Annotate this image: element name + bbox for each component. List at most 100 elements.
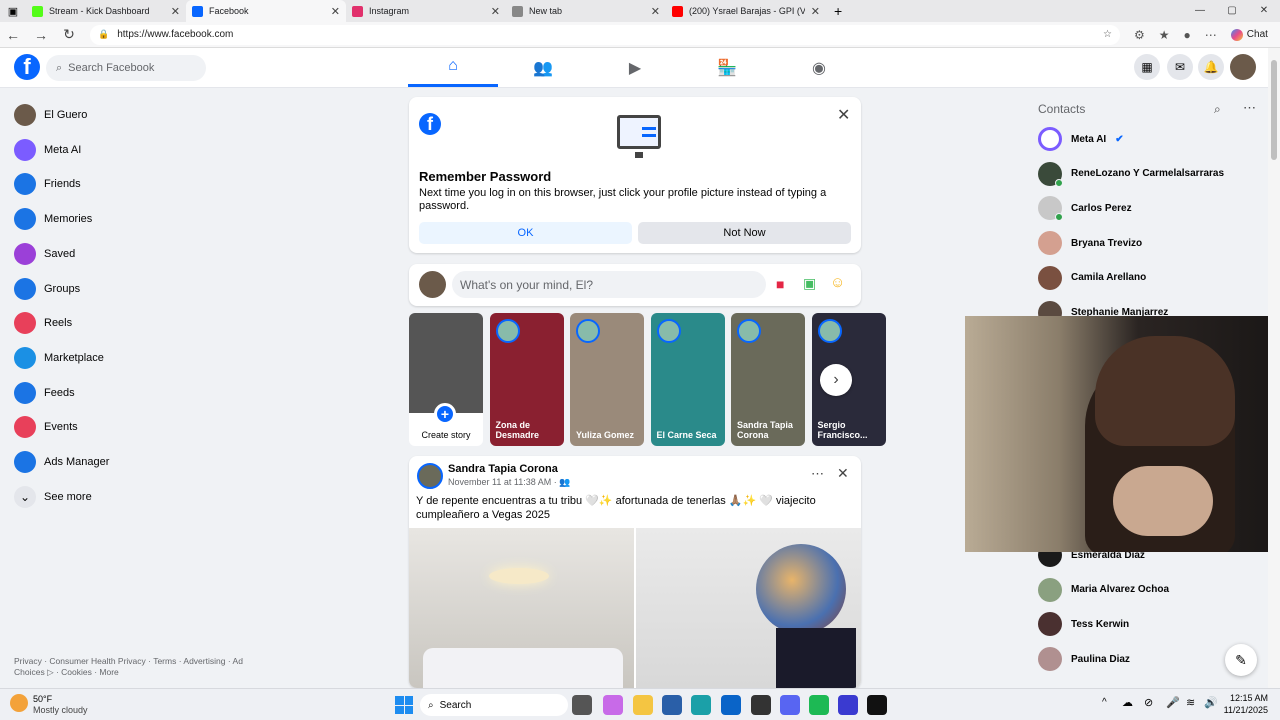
new-message-button[interactable]: ✎ [1225, 644, 1257, 676]
back-button[interactable]: ← [6, 27, 20, 43]
system-tray-icon[interactable]: ☁ [1122, 696, 1133, 709]
clock-date[interactable]: 11/21/2025 [1222, 705, 1268, 715]
photo-video-icon[interactable]: ▣ [803, 275, 816, 292]
notifications-button[interactable]: 🔔 [1198, 54, 1224, 80]
sidebar-item-see-more[interactable]: ⌄ See more [14, 480, 244, 514]
task-view-icon[interactable] [572, 695, 592, 715]
taskbar-search[interactable]: ⌕ Search [420, 694, 568, 716]
story-card[interactable]: El Carne Seca [650, 313, 725, 446]
file-explorer-icon[interactable] [633, 695, 653, 715]
minimize-button[interactable]: — [1184, 0, 1216, 22]
sidebar-item-reels[interactable]: Reels [14, 306, 244, 340]
close-window-button[interactable]: ✕ [1248, 0, 1280, 22]
search-input[interactable]: ⌕ Search Facebook [46, 55, 206, 81]
contact-item[interactable]: Tess Kerwin [1038, 607, 1258, 641]
copilot-icon[interactable] [603, 695, 623, 715]
messenger-button[interactable]: ✉ [1167, 54, 1193, 80]
account-avatar[interactable] [1230, 54, 1256, 80]
browser-tab[interactable]: (200) Ysrael Barajas - GPI (Vi ✕ [666, 0, 826, 22]
live-video-icon[interactable]: ■ [776, 276, 784, 292]
tab-friends[interactable]: 👥 [498, 48, 588, 87]
discord-icon[interactable] [780, 695, 800, 715]
tab-marketplace[interactable]: 🏪 [682, 48, 772, 87]
post-options-icon[interactable]: ⋯ [811, 466, 824, 482]
sidebar-item-memories[interactable]: Memories [14, 202, 244, 236]
post-author[interactable]: Sandra Tapia Corona [448, 463, 558, 475]
forward-button[interactable]: → [34, 27, 48, 43]
close-tab-icon[interactable]: ✕ [171, 5, 180, 18]
tab-home[interactable]: ⌂ [408, 48, 498, 87]
browser-tab[interactable]: Stream - Kick Dashboard ✕ [26, 0, 186, 22]
feeling-icon[interactable]: ☺ [830, 274, 845, 291]
close-tab-icon[interactable]: ✕ [651, 5, 660, 18]
sidebar-item-friends[interactable]: Friends [14, 167, 244, 201]
favorite-icon[interactable]: ☆ [1103, 29, 1112, 40]
story-card[interactable]: Sandra Tapia Corona [731, 313, 805, 446]
tab-actions-icon[interactable]: ▣ [0, 5, 26, 18]
edge-icon[interactable] [691, 695, 711, 715]
reload-button[interactable]: ↻ [62, 26, 76, 43]
whats-on-your-mind-input[interactable]: What's on your mind, El? [452, 271, 766, 298]
menu-button[interactable]: ▦ [1134, 54, 1160, 80]
close-tab-icon[interactable]: ✕ [491, 5, 500, 18]
story-card[interactable]: Zona de Desmadre [489, 313, 564, 446]
close-tab-icon[interactable]: ✕ [331, 5, 340, 18]
browser-tab[interactable]: Instagram ✕ [346, 0, 506, 22]
clock-time[interactable]: 12:15 AM [1228, 693, 1268, 703]
stories-next-button[interactable]: › [820, 364, 852, 396]
store-icon[interactable] [662, 695, 682, 715]
weather-icon[interactable] [10, 694, 28, 712]
tray-app-icon[interactable]: ⊘ [1144, 696, 1153, 709]
sidebar-item-marketplace[interactable]: Marketplace [14, 341, 244, 375]
sidebar-item-ads-manager[interactable]: Ads Manager [14, 445, 244, 479]
contact-item[interactable]: Maria Alvarez Ochoa [1038, 573, 1258, 607]
post-date[interactable]: November 11 at 11:38 AM · 👥 [448, 477, 570, 488]
tab-video[interactable]: ▶ [590, 48, 680, 87]
not-now-button[interactable]: Not Now [638, 222, 851, 244]
outlook-icon[interactable] [721, 695, 741, 715]
close-icon[interactable]: ✕ [837, 105, 850, 125]
favorites-icon[interactable]: ★ [1159, 28, 1170, 42]
copilot-chat-button[interactable]: Chat [1230, 28, 1268, 41]
tiktok-icon[interactable] [867, 695, 887, 715]
wifi-icon[interactable]: ≋ [1186, 696, 1195, 709]
microphone-icon[interactable]: 🎤 [1166, 696, 1180, 709]
post-photo-right[interactable] [636, 528, 861, 688]
extensions-icon[interactable]: ⚙ [1134, 28, 1145, 42]
contact-item[interactable]: Carlos Perez [1038, 191, 1258, 225]
sidebar-item-events[interactable]: Events [14, 410, 244, 444]
maximize-button[interactable]: ▢ [1216, 0, 1248, 22]
create-story-card[interactable]: + Create story [409, 313, 483, 446]
browser-tab[interactable]: Facebook ✕ [186, 0, 346, 22]
sidebar-item-meta-ai[interactable]: Meta AI [14, 133, 244, 167]
sidebar-item-groups[interactable]: Groups [14, 272, 244, 306]
contact-item[interactable]: Bryana Trevizo [1038, 226, 1258, 260]
address-bar[interactable]: 🔒 https://www.facebook.com ☆ [90, 24, 1120, 45]
windows-start-icon[interactable] [395, 696, 413, 714]
new-tab-button[interactable]: + [834, 3, 842, 19]
browser-tab[interactable]: New tab ✕ [506, 0, 666, 22]
ok-button[interactable]: OK [419, 222, 632, 244]
search-contacts-icon[interactable]: ⌕ [1214, 102, 1221, 117]
contact-item[interactable]: Meta AI ✔ [1038, 122, 1258, 156]
sidebar-item-feeds[interactable]: Feeds [14, 376, 244, 410]
avatar[interactable] [417, 463, 443, 489]
spotify-icon[interactable] [809, 695, 829, 715]
contact-item[interactable]: ReneLozano Y Carmelalsarraras [1038, 157, 1258, 191]
contacts-options-icon[interactable]: ⋯ [1243, 100, 1256, 116]
volume-icon[interactable]: 🔊 [1204, 696, 1218, 709]
story-card[interactable]: Yuliza Gomez [570, 313, 644, 446]
close-post-icon[interactable]: ✕ [837, 465, 849, 482]
tab-gaming[interactable]: ◉ [774, 48, 864, 87]
obs-icon[interactable] [751, 695, 771, 715]
facebook-logo-icon[interactable]: f [14, 54, 40, 80]
scrollbar-thumb[interactable] [1271, 60, 1277, 160]
show-hidden-icons-icon[interactable]: ^ [1102, 697, 1107, 708]
post-photo-left[interactable] [409, 528, 634, 688]
profile-icon[interactable]: ● [1184, 28, 1191, 42]
close-tab-icon[interactable]: ✕ [811, 5, 820, 18]
sidebar-item-el-guero[interactable]: El Guero [14, 98, 244, 132]
page-scrollbar[interactable] [1268, 48, 1280, 688]
more-options-icon[interactable]: ⋯ [1205, 28, 1217, 42]
contact-item[interactable]: Camila Arellano [1038, 261, 1258, 295]
